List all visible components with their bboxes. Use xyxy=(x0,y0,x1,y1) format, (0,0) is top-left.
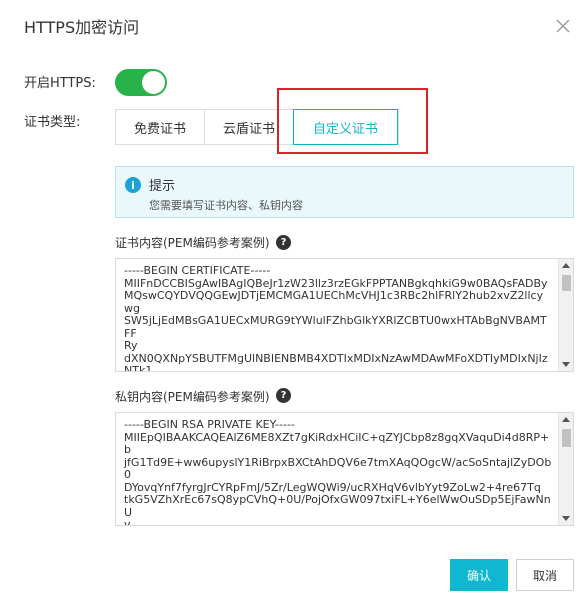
cert-content-textarea[interactable]: -----BEGIN CERTIFICATE----- MIIFnDCCBISg… xyxy=(115,258,574,372)
scroll-thumb[interactable] xyxy=(562,275,571,291)
scroll-thumb[interactable] xyxy=(562,429,571,447)
toggle-knob xyxy=(142,71,165,94)
scroll-up-icon[interactable] xyxy=(562,417,570,422)
annotation-highlight-box xyxy=(277,88,428,154)
dialog-title: HTTPS加密访问 xyxy=(24,18,140,37)
cert-type-label: 证书类型: xyxy=(24,115,81,130)
https-toggle[interactable] xyxy=(115,69,167,96)
close-icon[interactable] xyxy=(556,19,570,33)
question-icon[interactable]: ? xyxy=(276,235,291,250)
scroll-up-icon[interactable] xyxy=(562,263,570,268)
cancel-button[interactable]: 取消 xyxy=(516,559,574,591)
scroll-down-icon[interactable] xyxy=(562,516,570,521)
private-key-label: 私钥内容(PEM编码参考案例) xyxy=(115,390,270,404)
confirm-button[interactable]: 确认 xyxy=(450,559,508,591)
tab-free-cert[interactable]: 免费证书 xyxy=(116,110,205,144)
notice-title: 提示 xyxy=(149,179,176,194)
cert-content-scrollbar[interactable] xyxy=(558,259,573,371)
cert-content-label: 证书内容(PEM编码参考案例) xyxy=(115,236,270,250)
question-icon[interactable]: ? xyxy=(276,388,291,403)
info-icon: i xyxy=(125,177,141,193)
private-key-scrollbar[interactable] xyxy=(558,413,573,525)
notice-text: 您需要填写证书内容、私钥内容 xyxy=(149,199,303,212)
private-key-textarea[interactable]: -----BEGIN RSA PRIVATE KEY----- MIIEpQIB… xyxy=(115,412,574,526)
private-key-text: -----BEGIN RSA PRIVATE KEY----- MIIEpQIB… xyxy=(124,418,552,526)
cert-content-text: -----BEGIN CERTIFICATE----- MIIFnDCCBISg… xyxy=(124,264,548,372)
notice-box: i 提示 您需要填写证书内容、私钥内容 xyxy=(115,166,574,218)
https-toggle-label: 开启HTTPS: xyxy=(24,76,96,91)
scroll-down-icon[interactable] xyxy=(562,362,570,367)
